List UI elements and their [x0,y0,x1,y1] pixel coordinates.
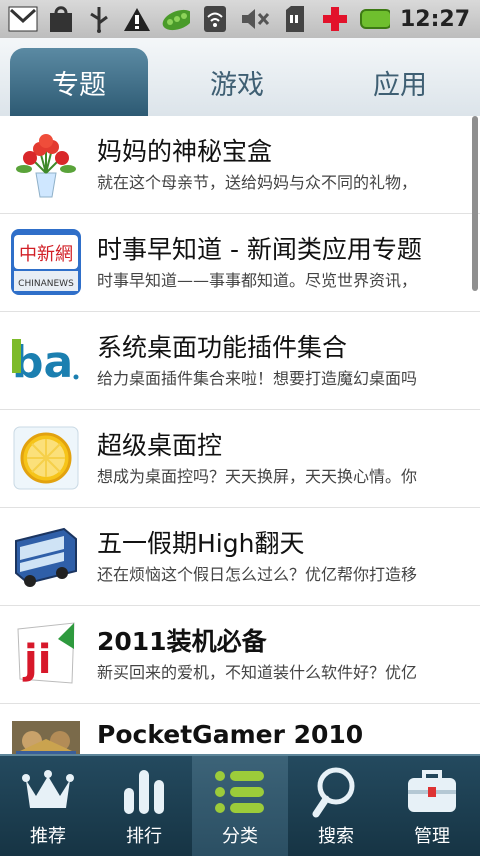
clock: 12:27 [399,6,470,32]
bottom-navigation: 推荐 排行 分类 搜索 管理 [0,754,480,856]
item-title: 五一假期High翻天 [97,529,305,558]
list-item[interactable]: 妈妈的神秘宝盒 就在这个母亲节，送给妈妈与众不同的礼物， [0,116,480,214]
nav-category[interactable]: 分类 [192,756,288,856]
topic-list[interactable]: 妈妈的神秘宝盒 就在这个母亲节，送给妈妈与众不同的礼物， 中新網 CHINANE… [0,116,480,754]
list-icon [210,766,270,818]
ji-icon: ji [10,619,82,689]
magnifier-icon [306,766,366,818]
plus-icon [320,4,350,34]
nav-label: 排行 [126,826,162,847]
nav-label: 管理 [414,826,450,847]
ba-icon: ba [10,325,82,395]
toolbox-icon [402,766,462,818]
chinanews-en-text: CHINANEWS [18,279,74,289]
nav-label: 推荐 [30,826,66,847]
chinanews-icon: 中新網 CHINANEWS [10,227,82,297]
pea-pod-icon [160,4,190,34]
sd-card-icon [280,4,310,34]
flowers-icon [10,129,82,199]
item-description: 就在这个母亲节，送给妈妈与众不同的礼物， [97,173,418,192]
bars-icon [114,766,174,818]
ji-logo-text: ji [22,637,51,683]
gmail-icon [8,4,38,34]
nav-manage[interactable]: 管理 [384,756,480,856]
item-title: 超级桌面控 [97,431,223,460]
item-title: 妈妈的神秘宝盒 [97,137,273,166]
notification-icons [8,4,190,34]
usb-icon [84,4,114,34]
list-item[interactable]: 超级桌面控 想成为桌面控吗？天天换屏，天天换心情。你 [0,410,480,508]
crown-icon [18,766,78,818]
nav-recommend[interactable]: 推荐 [0,756,96,856]
tab-topics[interactable]: 专题 [10,48,148,116]
bag-icon [46,4,76,34]
nav-ranking[interactable]: 排行 [96,756,192,856]
tab-games[interactable]: 游戏 [168,48,306,116]
tab-apps[interactable]: 应用 [326,48,474,116]
bus-icon [10,521,82,591]
item-description: 时事早知道——事事都知道。尽览世界资讯， [97,271,418,290]
nav-search[interactable]: 搜索 [288,756,384,856]
wifi-icon [200,4,230,34]
battery-icon [359,4,390,34]
item-title: 时事早知道 - 新闻类应用专题 [97,235,422,264]
item-description: 新买回来的爱机，不知道装什么软件好？优亿 [97,663,418,682]
list-scrollbar[interactable] [472,116,478,291]
status-bar: 12:27 [0,0,480,39]
item-title: 2011装机必备 [97,627,267,656]
item-title: 系统桌面功能插件集合 [97,333,348,362]
list-item[interactable]: PocketGamer 2010 [0,704,480,754]
list-item[interactable]: ji 2011装机必备 新买回来的爱机，不知道装什么软件好？优亿 [0,606,480,704]
item-title: PocketGamer 2010 [97,720,364,749]
mute-icon [240,4,270,34]
ba-logo-text: ba [12,337,73,388]
list-item[interactable]: 中新網 CHINANEWS 时事早知道 - 新闻类应用专题 时事早知道——事事都… [0,214,480,312]
item-description: 给力桌面插件集合来啦！想要打造魔幻桌面吗 [97,369,418,388]
pocketgamer-icon [10,717,82,754]
list-item[interactable]: 五一假期High翻天 还在烦恼这个假日怎么过么？优亿帮你打造移 [0,508,480,606]
lemon-ice-icon [10,423,82,493]
item-description: 还在烦恼这个假日怎么过么？优亿帮你打造移 [97,565,418,584]
chinanews-cn-text: 中新網 [19,244,73,265]
tab-bar: 专题 游戏 应用 [0,38,480,120]
list-item[interactable]: ba 系统桌面功能插件集合 给力桌面插件集合来啦！想要打造魔幻桌面吗 [0,312,480,410]
nav-label: 搜索 [318,826,354,847]
item-description: 想成为桌面控吗？天天换屏，天天换心情。你 [97,467,418,486]
warning-icon [122,4,152,34]
nav-label: 分类 [222,826,258,847]
system-icons: 12:27 [200,4,470,34]
